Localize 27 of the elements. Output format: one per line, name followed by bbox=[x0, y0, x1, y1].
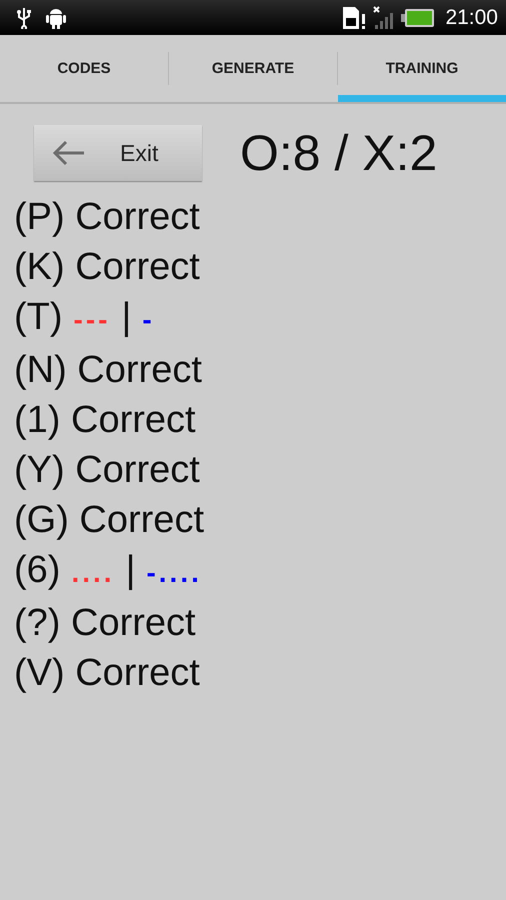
result-symbol: (T) bbox=[14, 295, 63, 340]
signal-icon bbox=[373, 6, 396, 30]
back-arrow-icon bbox=[52, 140, 86, 166]
result-line: (P) Correct bbox=[14, 195, 201, 240]
tab[interactable]: CODES bbox=[0, 35, 168, 102]
clock-time: 21:00 bbox=[445, 6, 498, 30]
result-line: (V) Correct bbox=[14, 651, 201, 696]
result-line: (G) Correct bbox=[14, 498, 205, 543]
tab[interactable]: TRAINING bbox=[338, 35, 506, 102]
separator-text: | bbox=[126, 548, 136, 593]
result-line: (N) Correct bbox=[14, 348, 203, 393]
result-line: (K) Correct bbox=[14, 245, 201, 290]
exit-button[interactable]: Exit bbox=[34, 125, 202, 181]
result-symbol: (6) bbox=[14, 548, 60, 593]
given-answer: .... bbox=[71, 556, 115, 590]
tab[interactable]: GENERATE bbox=[169, 35, 337, 102]
result-line: (1) Correct bbox=[14, 398, 197, 443]
score-text: O:8 / X:2 bbox=[240, 124, 438, 182]
result-line: (Y) Correct bbox=[14, 448, 201, 493]
given-answer: --- bbox=[74, 303, 111, 337]
usb-icon bbox=[16, 6, 32, 28]
result-line: (?) Correct bbox=[14, 601, 197, 646]
sim-card-icon bbox=[341, 6, 368, 30]
expected-answer: -.... bbox=[146, 556, 202, 590]
battery-icon bbox=[401, 8, 436, 28]
expected-answer: - bbox=[142, 303, 155, 337]
separator-text: | bbox=[122, 295, 132, 340]
